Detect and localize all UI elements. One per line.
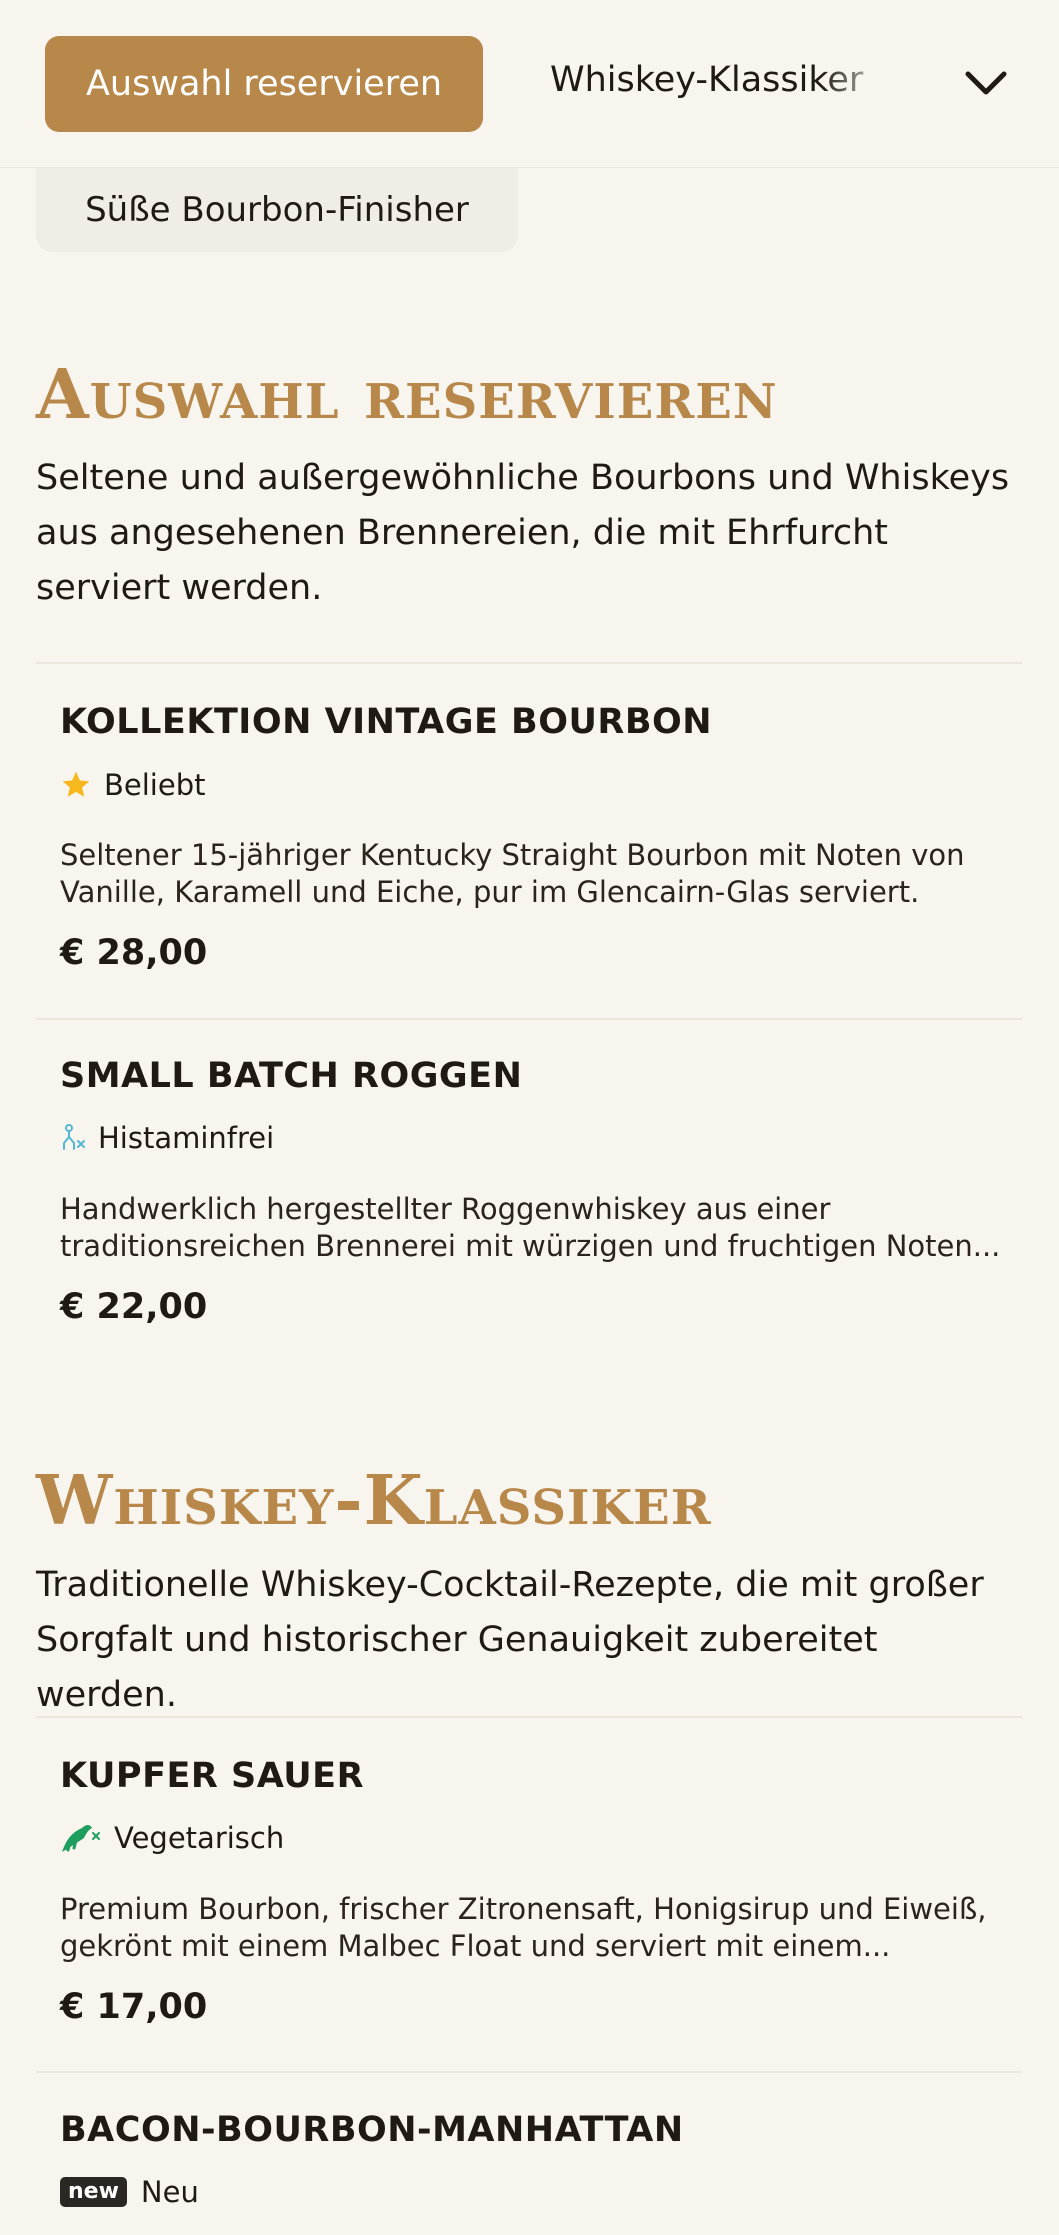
category-chip-suesse-bourbon-finisher[interactable]: Süße Bourbon-Finisher (36, 168, 518, 252)
menu-item-price: € 22,00 (60, 1287, 208, 1327)
category-nav-bar: Auswahl reservieren Whiskey-Klassiker (0, 0, 1059, 168)
description-line: Handwerklich hergestellter Roggenwhiskey… (60, 1192, 831, 1226)
description-line: Premium Bourbon, frischer Zitronensaft, … (60, 1892, 987, 1926)
menu-item-name[interactable]: KUPFER SAUER (60, 1756, 364, 1796)
menu-item-description: Handwerklich hergestellter Roggenwhiskey… (60, 1191, 1010, 1265)
section-title-whiskey-klassiker: Whiskey-Klassiker (36, 1461, 712, 1541)
description-line: traditionsreichen Brennerei mit würzigen… (60, 1229, 1001, 1263)
tab-scroll-fade (820, 50, 910, 120)
menu-item-description: Premium Bourbon, frischer Zitronensaft, … (60, 1891, 1010, 1965)
tab-auswahl-reservieren[interactable]: Auswahl reservieren (45, 36, 483, 132)
description-line: Seltener 15-jähriger Kentucky Straight B… (60, 838, 965, 872)
tag-label: Neu (140, 2175, 199, 2209)
section-description: Traditionelle Whiskey-Cocktail-Rezepte, … (36, 1565, 984, 1715)
histamine-free-icon (60, 1123, 86, 1153)
divider (36, 1716, 1022, 1718)
menu-item-name[interactable]: SMALL BATCH ROGGEN (60, 1056, 522, 1096)
tag-label: Vegetarisch (114, 1821, 285, 1855)
description-line: gekrönt mit einem Malbec Float und servi… (60, 1929, 891, 1963)
section-description: Seltene und außergewöhnliche Bourbons un… (36, 458, 1010, 608)
vegetarian-icon (60, 1820, 102, 1856)
tag-label: Histaminfrei (98, 1121, 275, 1155)
tag-beliebt: Beliebt (60, 765, 205, 805)
tag-label: Beliebt (104, 768, 206, 802)
menu-item-name[interactable]: KOLLEKTION VINTAGE BOURBON (60, 702, 712, 742)
tag-histaminfrei: Histaminfrei (60, 1118, 274, 1158)
menu-item-price: € 28,00 (60, 933, 208, 973)
description-line: Vanille, Karamell und Eiche, pur im Glen… (60, 875, 920, 909)
divider (36, 662, 1022, 664)
divider (36, 2071, 1022, 2073)
star-icon (60, 769, 92, 801)
menu-item-description: Seltener 15-jähriger Kentucky Straight B… (60, 837, 1010, 911)
tag-neu: new Neu (60, 2172, 199, 2212)
new-badge-icon: new (60, 2177, 127, 2207)
tag-vegetarisch: Vegetarisch (60, 1818, 284, 1858)
menu-item-name[interactable]: BACON-BOURBON-MANHATTAN (60, 2110, 684, 2150)
section-title-auswahl-reservieren: Auswahl reservieren (36, 355, 778, 435)
menu-item-price: € 17,00 (60, 1987, 208, 2027)
divider (36, 1018, 1022, 1020)
chevron-down-icon[interactable] (962, 62, 1010, 106)
